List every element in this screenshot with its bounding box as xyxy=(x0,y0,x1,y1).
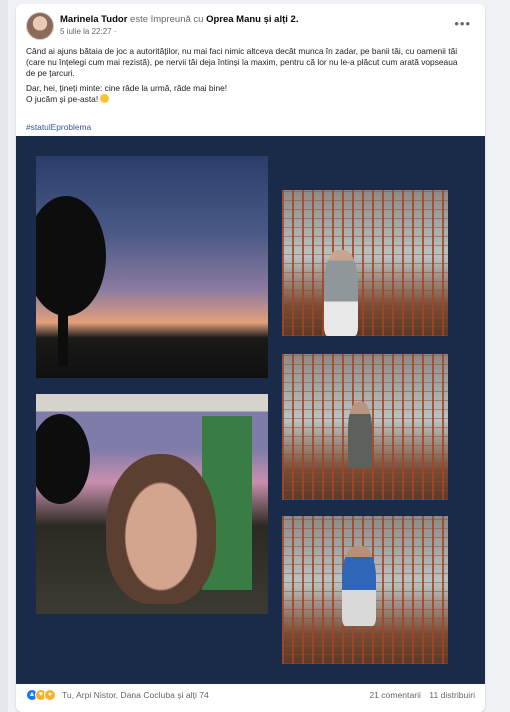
hashtag-link[interactable]: #statulEproblema xyxy=(26,122,91,132)
comments-count[interactable]: 21 comentarii xyxy=(369,690,421,700)
post-footer: ▲ ♥ ● Tu, Arpi Nistor, Dana Cocluba și a… xyxy=(26,688,475,704)
post-paragraph-1: Când ai ajuns bătaia de joc a autorități… xyxy=(26,46,458,78)
person-figure xyxy=(348,402,372,468)
post-paragraph-2-line-2: O jucăm și pe-asta! xyxy=(26,94,99,104)
post-header-text: Marinela Tudor este împreună cu Oprea Ma… xyxy=(60,14,298,26)
post-meta: 5 iulie la 22:27 · xyxy=(60,27,117,36)
author-avatar[interactable] xyxy=(26,12,54,40)
reaction-icons[interactable]: ▲ ♥ ● xyxy=(26,688,60,702)
with-text: este împreună cu xyxy=(130,14,204,25)
post-paragraph-2-line-1: Dar, hei, țineți minte: cine râde la urm… xyxy=(26,83,228,93)
cage-photo-1[interactable] xyxy=(282,190,448,336)
globe-icon: · xyxy=(113,27,117,36)
tagged-name[interactable]: Oprea Manu xyxy=(206,14,261,25)
post-paragraph-2: Dar, hei, țineți minte: cine râde la urm… xyxy=(26,83,466,105)
sad-icon: ● xyxy=(44,689,56,701)
post-header: Marinela Tudor este împreună cu Oprea Ma… xyxy=(26,12,475,46)
sunset-photo[interactable] xyxy=(36,156,268,378)
page-left-edge xyxy=(0,0,8,712)
cage-photo-2[interactable] xyxy=(282,354,448,500)
post-card: Marinela Tudor este împreună cu Oprea Ma… xyxy=(16,4,485,712)
tree-silhouette xyxy=(36,414,90,504)
person-figure xyxy=(342,546,376,626)
person-figure xyxy=(324,250,358,336)
tagged-others[interactable]: și alți 2. xyxy=(264,14,299,25)
engagement-counts: 21 comentarii 11 distribuiri xyxy=(369,690,475,700)
shares-count[interactable]: 11 distribuiri xyxy=(429,690,475,700)
post-body: Când ai ajuns bătaia de joc a autorități… xyxy=(26,46,466,109)
tree-trunk xyxy=(58,296,68,366)
more-dots-icon[interactable]: ••• xyxy=(454,16,471,31)
selfie-photo[interactable] xyxy=(36,394,268,614)
person-face xyxy=(106,454,216,604)
smile-emoji xyxy=(100,94,110,103)
author-name[interactable]: Marinela Tudor xyxy=(60,14,127,25)
post-date[interactable]: 5 iulie la 22:27 xyxy=(60,27,112,36)
tree-silhouette xyxy=(36,196,106,316)
reactors-text[interactable]: Tu, Arpi Nistor, Dana Cocluba și alți 74 xyxy=(62,690,209,700)
photo-grid xyxy=(16,136,485,684)
cage-photo-3[interactable] xyxy=(282,516,448,664)
